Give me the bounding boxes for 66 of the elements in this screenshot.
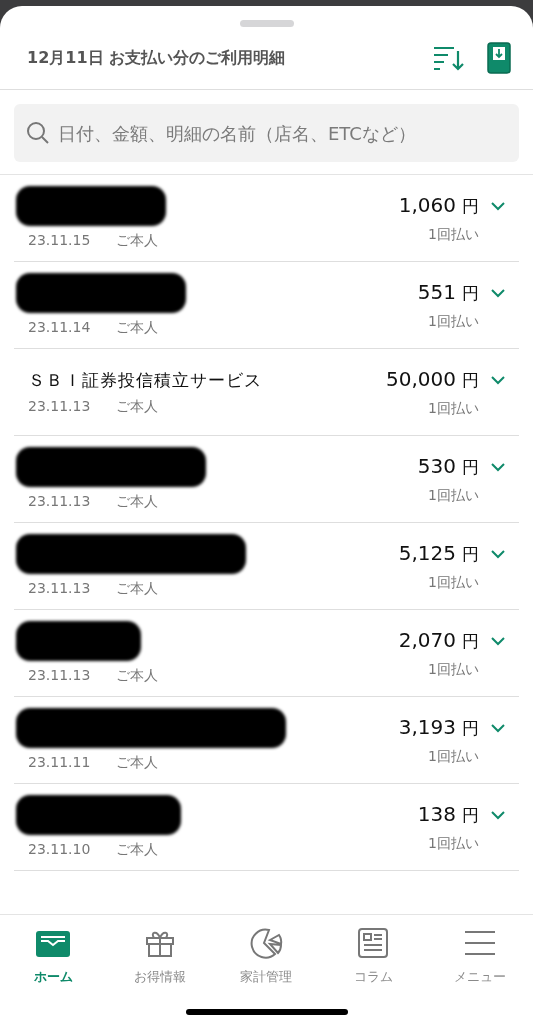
payment-plan: 1回払い <box>428 486 479 505</box>
search-bar[interactable]: 日付、金額、明細の名前（店名、ETCなど） <box>14 104 519 162</box>
card-user: ご本人 <box>116 493 159 511</box>
payment-plan: 1回払い <box>428 747 479 766</box>
tab-bar-item[interactable]: コラム <box>319 925 427 987</box>
sort-icon <box>433 45 465 71</box>
card-user: ご本人 <box>116 667 159 685</box>
chevron-down-icon <box>491 723 505 733</box>
transaction-date: 23.11.11 <box>28 754 91 772</box>
transaction-date: 23.11.13 <box>28 580 91 598</box>
chevron-down-icon <box>491 288 505 298</box>
tab-bar-item[interactable]: 家計管理 <box>213 925 320 987</box>
card-user: ご本人 <box>116 397 159 416</box>
expand-button[interactable] <box>491 636 505 646</box>
pie-chart-icon <box>249 927 284 959</box>
merchant-name: ＳＢＩ証券投信積立サービス <box>28 368 263 392</box>
chevron-down-icon <box>491 462 505 472</box>
card-user: ご本人 <box>116 580 159 598</box>
payment-plan: 1回払い <box>428 399 479 418</box>
card-user: ご本人 <box>116 841 159 859</box>
amount: 1,060 円 <box>398 192 479 218</box>
transaction-date: 23.11.15 <box>28 232 91 250</box>
newspaper-icon <box>358 928 389 958</box>
amount: 5,125 円 <box>398 540 479 566</box>
download-icon <box>487 42 511 74</box>
amount: 2,070 円 <box>398 627 479 653</box>
transaction-date: 23.11.10 <box>28 841 91 859</box>
payment-plan: 1回払い <box>428 312 479 331</box>
amount: 3,193 円 <box>398 714 479 740</box>
download-button[interactable] <box>485 40 513 76</box>
chevron-down-icon <box>491 375 505 385</box>
chevron-down-icon <box>491 201 505 211</box>
transaction-date: 23.11.13 <box>28 493 91 511</box>
tab-bar-item[interactable]: メニュー <box>426 925 533 987</box>
expand-button[interactable] <box>491 201 505 211</box>
payment-plan: 1回払い <box>428 660 479 679</box>
menu-icon <box>463 929 496 957</box>
sheet-handle[interactable] <box>239 20 294 27</box>
payment-plan: 1回払い <box>428 573 479 592</box>
chevron-down-icon <box>491 549 505 559</box>
expand-button[interactable] <box>491 462 505 472</box>
card-user: ご本人 <box>116 319 159 337</box>
amount: 50,000 円 <box>386 366 479 392</box>
card-user: ご本人 <box>116 754 159 772</box>
chevron-down-icon <box>491 810 505 820</box>
expand-button[interactable] <box>491 288 505 298</box>
chevron-down-icon <box>491 636 505 646</box>
expand-button[interactable] <box>491 810 505 820</box>
transaction-date: 23.11.13 <box>28 667 91 685</box>
transaction-date: 23.11.13 <box>28 397 91 416</box>
search-icon <box>26 121 50 145</box>
amount: 138 円 <box>417 801 479 827</box>
tray-icon <box>36 929 71 957</box>
amount: 551 円 <box>417 279 479 305</box>
expand-button[interactable] <box>491 375 505 385</box>
expand-button[interactable] <box>491 549 505 559</box>
tab-bar-item[interactable]: ホーム <box>0 925 107 987</box>
amount: 530 円 <box>417 453 479 479</box>
payment-plan: 1回払い <box>428 225 479 244</box>
tab-bar-item[interactable]: お得情報 <box>106 925 214 987</box>
statement-title: 12月11日 お支払い分のご利用明細 <box>27 47 287 69</box>
payment-plan: 1回払い <box>428 834 479 853</box>
card-user: ご本人 <box>116 232 159 250</box>
transaction-date: 23.11.14 <box>28 319 91 337</box>
search-input[interactable]: 日付、金額、明細の名前（店名、ETCなど） <box>56 121 507 145</box>
expand-button[interactable] <box>491 723 505 733</box>
